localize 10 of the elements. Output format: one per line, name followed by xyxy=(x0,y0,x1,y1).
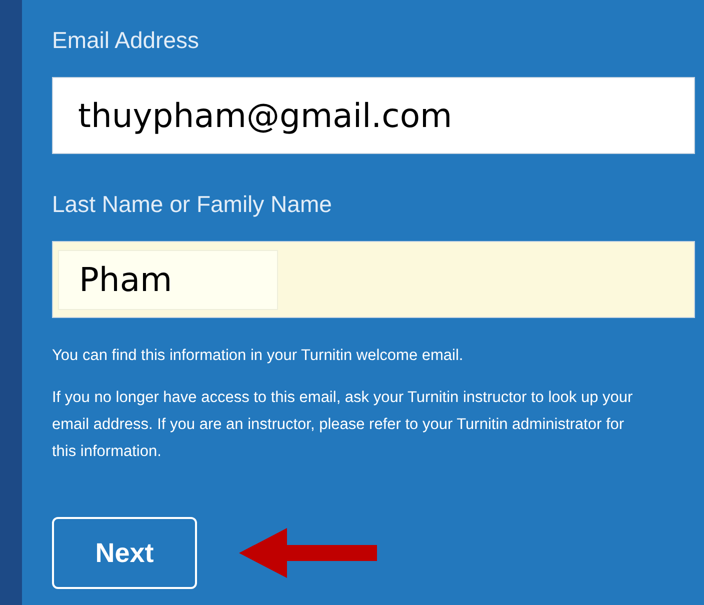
help-text: If you no longer have access to this email, ask your Turnitin instructor to look up your email address. If you are an instructor, please refer to your Turnitin administrator for this information. xyxy=(52,388,634,462)
input-field[interactable]: thuypham@gmail.com xyxy=(52,77,695,154)
field-label: Email Address xyxy=(52,26,200,54)
text-input[interactable]: thuypham@gmail.com xyxy=(78,90,694,140)
next-button[interactable]: Next xyxy=(52,517,197,589)
text-input[interactable]: Pham xyxy=(58,250,278,310)
arrow-icon xyxy=(239,528,377,578)
input-field[interactable]: Pham xyxy=(52,241,695,318)
field-label: Last Name or Family Name xyxy=(52,190,333,218)
hint-text: You can find this information in your Turnitin welcome email. xyxy=(52,346,464,366)
